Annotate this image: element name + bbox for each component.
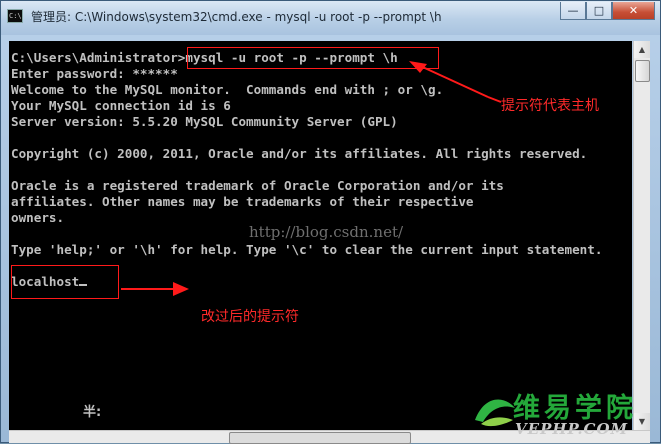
arrow-to-new-prompt [121, 282, 189, 296]
result-caption: 改过后的提示符 [201, 309, 299, 325]
leaf-logo-icon [475, 399, 515, 427]
annotation-arrows [121, 61, 502, 296]
arrow-to-prompt-option [409, 61, 502, 103]
prompt-caption: 提示符代表主机 [501, 98, 599, 114]
vephp-logo: 维易学院 VEPHP.COM [471, 386, 651, 442]
logo-url: VEPHP.COM [515, 420, 629, 438]
cmd-window: C:\ 管理员: C:\Windows\system32\cmd.exe - m… [0, 0, 661, 444]
